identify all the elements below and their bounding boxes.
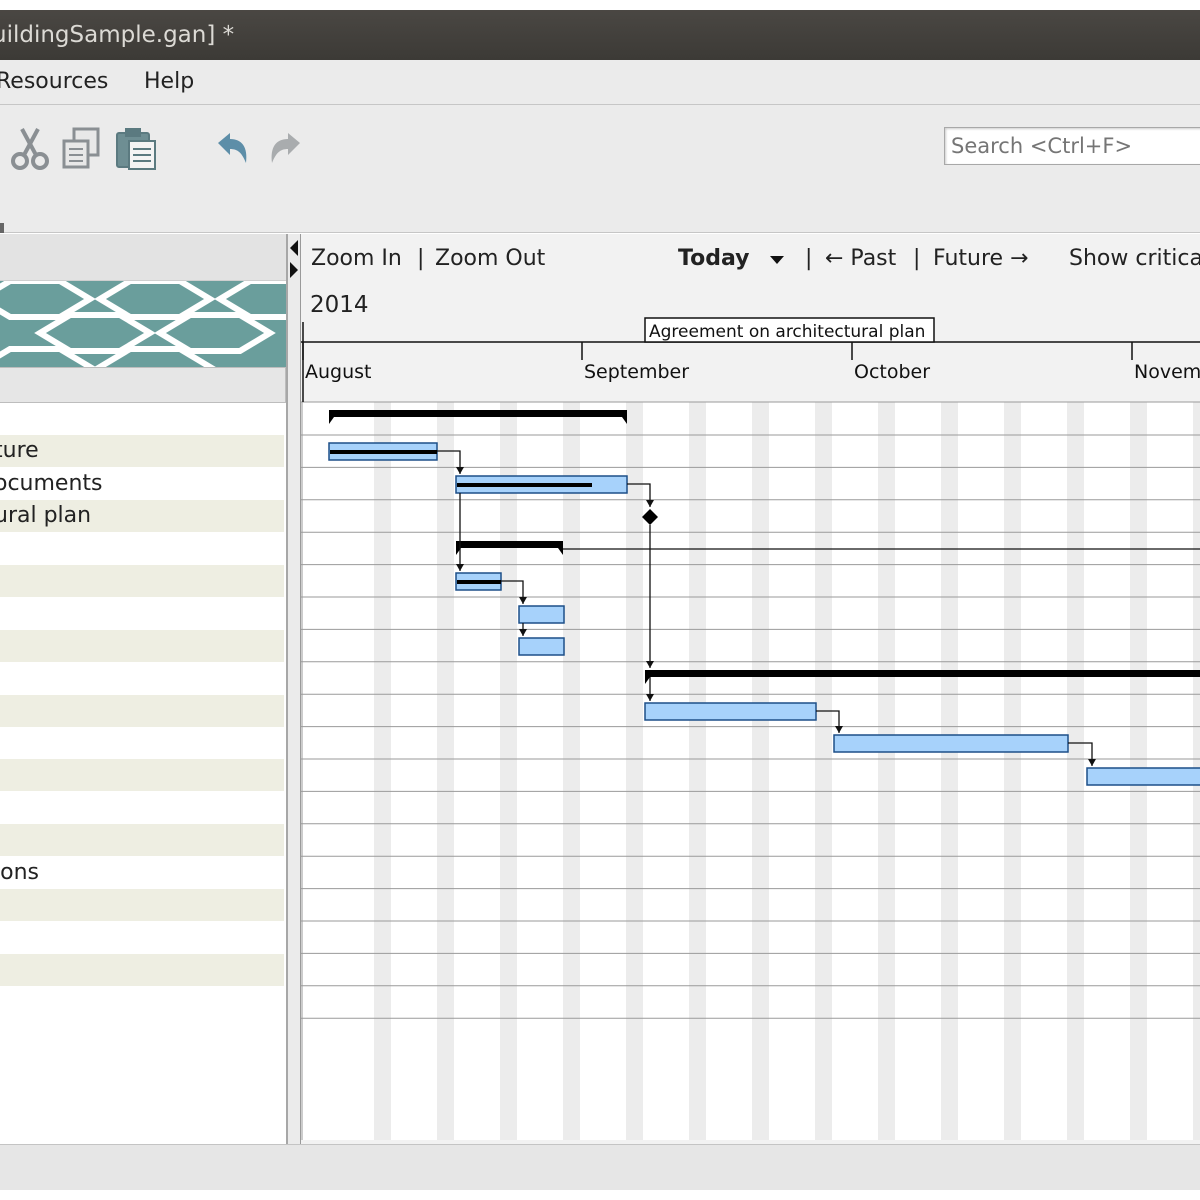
task-row[interactable]: ocuments xyxy=(0,467,284,500)
task-row[interactable]: ture xyxy=(0,435,284,468)
weekend-stripe xyxy=(878,402,895,1140)
weekend-stripe xyxy=(941,402,958,1140)
expand-right-icon[interactable] xyxy=(290,262,298,278)
today-dropdown-icon[interactable] xyxy=(770,256,784,264)
project-logo xyxy=(0,281,286,367)
timeline-year: 2014 xyxy=(310,292,369,318)
title-bar: uildingSample.gan] * xyxy=(0,10,1200,60)
task-row[interactable] xyxy=(0,662,284,695)
weekend-stripe xyxy=(374,402,391,1140)
menu-bar: Resources Help xyxy=(0,60,1200,105)
task-progress xyxy=(330,450,437,454)
collapse-left-icon[interactable] xyxy=(290,240,298,256)
task-row[interactable] xyxy=(0,791,284,824)
task-row[interactable] xyxy=(0,759,284,792)
summary-bar xyxy=(645,670,1200,677)
task-progress xyxy=(457,580,501,584)
paste-icon[interactable] xyxy=(112,125,160,173)
window-title: uildingSample.gan] * xyxy=(0,22,235,48)
task-row[interactable] xyxy=(0,597,284,630)
milestone-label: Agreement on architectural plan xyxy=(649,322,925,342)
weekend-stripe xyxy=(689,402,706,1140)
search-input[interactable] xyxy=(944,127,1200,165)
task-bar xyxy=(518,637,565,656)
task-name: ture xyxy=(0,438,39,464)
undo-icon[interactable] xyxy=(208,125,256,173)
weekend-stripe xyxy=(815,402,832,1140)
task-row[interactable] xyxy=(0,565,284,597)
cut-icon[interactable] xyxy=(6,125,54,173)
task-row[interactable] xyxy=(0,403,284,435)
task-name: ocuments xyxy=(0,470,103,496)
task-row[interactable] xyxy=(0,921,284,954)
menu-resources[interactable]: Resources xyxy=(0,69,108,94)
task-name: ions xyxy=(0,859,39,885)
future-link[interactable]: Future → xyxy=(933,246,1029,271)
copy-icon[interactable] xyxy=(58,125,106,173)
toolbar xyxy=(0,105,1200,233)
zoom-in-link[interactable]: Zoom In xyxy=(311,246,402,271)
month-label: Novem xyxy=(1134,361,1200,383)
task-bar xyxy=(644,702,817,721)
past-link[interactable]: ← Past xyxy=(825,246,896,271)
task-row[interactable]: ural plan xyxy=(0,500,284,533)
month-label: October xyxy=(854,361,930,383)
weekend-stripe xyxy=(500,402,517,1140)
zoom-out-link[interactable]: Zoom Out xyxy=(435,246,545,271)
month-label: September xyxy=(584,361,689,383)
window-bottom-edge xyxy=(0,1190,1200,1200)
menu-help[interactable]: Help xyxy=(144,69,194,94)
gantt-chart: August September October Novem Agreement on … xyxy=(300,234,1200,1144)
show-critical-link[interactable]: Show critica xyxy=(1069,246,1200,271)
separator: | xyxy=(913,246,921,271)
task-row[interactable]: ions xyxy=(0,856,284,889)
today-button[interactable]: Today xyxy=(678,246,749,271)
month-label: August xyxy=(305,361,372,383)
separator: | xyxy=(417,246,425,271)
task-row[interactable] xyxy=(0,694,284,727)
task-row[interactable] xyxy=(0,986,284,1019)
weekend-stripe xyxy=(626,402,643,1140)
weekend-stripe xyxy=(1004,402,1021,1140)
task-progress xyxy=(457,483,592,487)
timeline-header-bg xyxy=(301,290,1200,402)
status-bar xyxy=(0,1144,1200,1190)
gantt-toolbar: Zoom In | Zoom Out Today | ← Past | Futu… xyxy=(301,234,1200,290)
task-column-header[interactable] xyxy=(0,367,286,403)
task-bar xyxy=(1086,767,1200,786)
panel-splitter[interactable] xyxy=(288,234,300,1144)
task-bar xyxy=(518,605,565,624)
task-panel-header xyxy=(0,234,286,281)
task-row[interactable] xyxy=(0,824,284,857)
weekend-stripe xyxy=(563,402,580,1140)
summary-bar xyxy=(329,410,627,417)
task-row[interactable] xyxy=(0,727,284,759)
separator: | xyxy=(805,246,813,271)
redo-icon[interactable] xyxy=(262,125,310,173)
task-row[interactable]: l xyxy=(0,889,284,921)
weekend-stripe xyxy=(437,402,454,1140)
task-name: ural plan xyxy=(0,503,92,529)
gantt-grid-area xyxy=(301,402,1200,1140)
gantt-timeline: August September October Novem Agreement on … xyxy=(301,290,1200,1140)
task-bar xyxy=(833,734,1069,753)
weekend-stripe xyxy=(752,402,769,1140)
summary-bar xyxy=(456,541,563,548)
task-row[interactable] xyxy=(0,953,284,986)
task-tree-panel: ture ocuments ural plan ions l xyxy=(0,234,288,1144)
weekend-stripe xyxy=(1067,402,1084,1140)
toolbar-grip xyxy=(0,223,4,233)
task-row[interactable] xyxy=(0,532,284,565)
task-row[interactable] xyxy=(0,629,284,662)
